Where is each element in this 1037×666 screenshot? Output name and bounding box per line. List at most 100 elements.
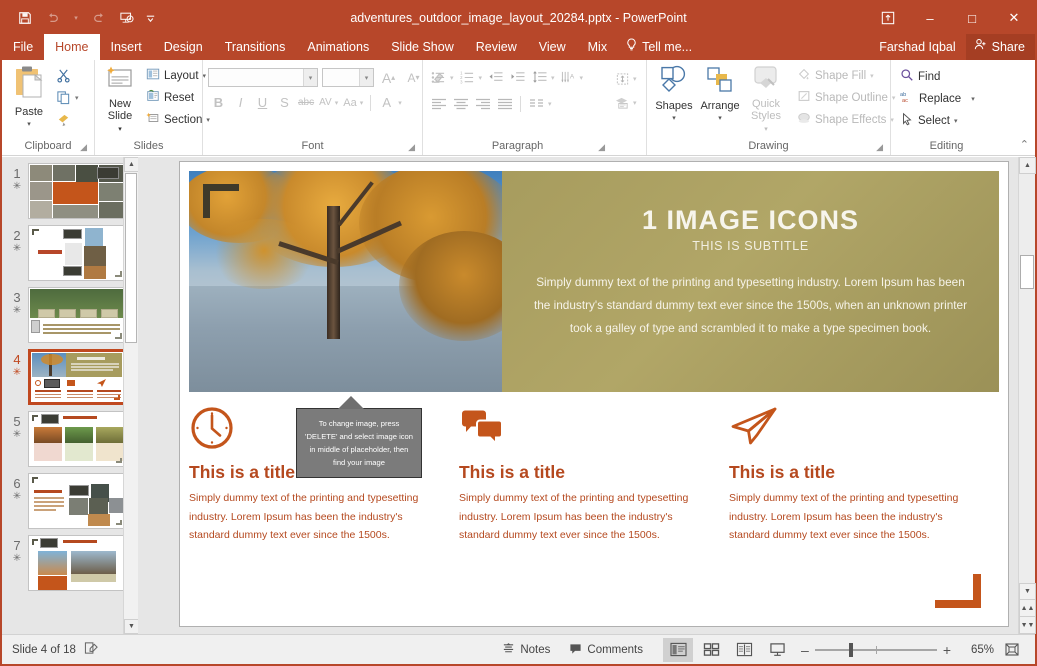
find-button[interactable]: Find [896, 66, 979, 87]
clipboard-dialog-launcher-icon[interactable]: ◢ [80, 140, 87, 154]
cut-button[interactable] [53, 65, 74, 86]
align-text-button[interactable] [612, 68, 633, 89]
slide-column-2[interactable]: This is a title Simply dummy text of the… [459, 402, 729, 545]
columns-caret-icon[interactable]: ▾ [548, 100, 554, 108]
account-name[interactable]: Farshad Iqbal [869, 34, 965, 60]
thumbnail-preview[interactable] [28, 163, 126, 219]
drawing-dialog-launcher-icon[interactable]: ◢ [876, 140, 883, 154]
tab-review[interactable]: Review [465, 34, 528, 60]
thumbnail-slide-1[interactable]: 1 ✳ [2, 157, 138, 219]
arrange-caret-icon[interactable]: ▾ [718, 113, 722, 125]
numbering-button[interactable]: 123 [457, 67, 478, 88]
ribbon-display-options-icon[interactable] [867, 2, 909, 34]
arrange-button[interactable]: Arrange ▾ [698, 63, 742, 127]
scroll-up-button[interactable]: ▲ [1019, 157, 1036, 174]
copy-button[interactable] [53, 87, 74, 108]
shape-fill-button[interactable]: Shape Fill ▾ [793, 65, 899, 86]
slide-hero-text[interactable]: 1 IMAGE ICONS THIS IS SUBTITLE Simply du… [502, 171, 999, 392]
tell-me-search[interactable]: Tell me... [618, 34, 700, 60]
slide-notes-indicator-icon[interactable] [84, 641, 99, 658]
zoom-out-button[interactable]: – [801, 642, 809, 658]
slide-sorter-view-button[interactable] [696, 638, 726, 662]
thumbnail-preview[interactable] [28, 535, 126, 591]
slide-hero-image[interactable] [189, 171, 502, 392]
thumbnail-slide-3[interactable]: 3 ✳ [2, 281, 138, 343]
current-slide[interactable]: 1 IMAGE ICONS THIS IS SUBTITLE Simply du… [179, 161, 1009, 627]
slide-editing-area[interactable]: 1 IMAGE ICONS THIS IS SUBTITLE Simply du… [138, 157, 1018, 634]
justify-button[interactable] [494, 93, 515, 114]
thumbnail-slide-5[interactable]: 5 ✳ [2, 405, 138, 467]
replace-button[interactable]: abac Replace ▾ [896, 88, 979, 109]
align-right-button[interactable] [472, 93, 493, 114]
tab-insert[interactable]: Insert [100, 34, 153, 60]
select-button[interactable]: Select ▾ [896, 110, 979, 131]
share-button[interactable]: Share [966, 34, 1035, 60]
convert-to-smartart-button[interactable] [612, 92, 633, 113]
thumbnail-scroll-down-button[interactable]: ▼ [124, 619, 138, 634]
bullets-button[interactable] [428, 67, 449, 88]
new-slide-button[interactable]: New Slide ▾ [100, 63, 140, 138]
text-direction-caret-icon[interactable]: ▾ [580, 74, 586, 82]
quick-styles-button[interactable]: Quick Styles ▾ [744, 63, 788, 138]
tab-view[interactable]: View [528, 34, 577, 60]
scroll-thumb[interactable] [1020, 255, 1034, 289]
zoom-control[interactable]: – + [795, 642, 957, 658]
close-button[interactable]: ✕ [993, 2, 1035, 34]
tab-file[interactable]: File [2, 34, 44, 60]
collapse-ribbon-button[interactable]: ⌃ [1020, 138, 1029, 151]
tab-animations[interactable]: Animations [296, 34, 380, 60]
tab-home[interactable]: Home [44, 34, 99, 60]
increase-font-size-button[interactable]: A▴ [378, 67, 399, 88]
redo-icon[interactable] [86, 6, 112, 30]
thumbnail-slide-2[interactable]: 2 ✳ [2, 219, 138, 281]
thumbnail-preview[interactable] [28, 349, 126, 405]
comments-button[interactable]: Comments [561, 638, 651, 662]
align-text-caret-icon[interactable]: ▾ [633, 75, 639, 83]
slide-show-view-button[interactable] [762, 638, 792, 662]
bullets-caret-icon[interactable]: ▾ [450, 74, 456, 82]
thumbnail-preview[interactable] [28, 225, 126, 281]
zoom-slider-handle[interactable] [849, 643, 853, 657]
scroll-down-button[interactable]: ▼ [1019, 583, 1036, 600]
line-spacing-button[interactable] [529, 67, 550, 88]
undo-dropdown-caret-icon[interactable]: ▾ [68, 6, 84, 30]
thumbnail-slide-7[interactable]: 7 ✳ [2, 529, 138, 591]
font-dialog-launcher-icon[interactable]: ◢ [408, 140, 415, 154]
thumbnail-preview[interactable] [28, 473, 126, 529]
character-spacing-button[interactable]: AV [317, 92, 334, 113]
text-shadow-button[interactable]: S [274, 92, 295, 113]
copy-caret-icon[interactable]: ▾ [75, 94, 81, 102]
paragraph-dialog-launcher-icon[interactable]: ◢ [598, 140, 605, 154]
font-size-caret-icon[interactable]: ▾ [359, 69, 373, 86]
thumbnail-scrollbar[interactable]: ▲ ▼ [123, 157, 138, 634]
shape-fill-caret-icon[interactable]: ▾ [870, 72, 874, 80]
select-caret-icon[interactable]: ▾ [954, 117, 958, 125]
paste-button[interactable]: Paste ▾ [7, 63, 51, 133]
numbering-caret-icon[interactable]: ▾ [479, 74, 485, 82]
text-direction-button[interactable]: A [558, 67, 579, 88]
font-name-caret-icon[interactable]: ▾ [303, 69, 317, 86]
shape-effects-button[interactable]: Shape Effects ▾ [793, 109, 899, 130]
strikethrough-button[interactable]: abc [296, 92, 316, 113]
slide-thumbnail-pane[interactable]: 1 ✳ 2 ✳ [2, 157, 138, 634]
decrease-indent-button[interactable] [485, 67, 506, 88]
slide-vertical-scrollbar[interactable]: ▲ ▼ ▲▲ ▼▼ [1018, 157, 1035, 634]
zoom-percentage[interactable]: 65% [960, 644, 994, 656]
maximize-button[interactable]: □ [951, 2, 993, 34]
font-color-button[interactable]: A [376, 92, 397, 113]
tab-mix[interactable]: Mix [577, 34, 618, 60]
zoom-slider-track[interactable] [815, 649, 937, 651]
thumbnail-slide-6[interactable]: 6 ✳ [2, 467, 138, 529]
change-case-caret-icon[interactable]: ▾ [360, 99, 366, 107]
customize-qat-caret-icon[interactable] [142, 6, 158, 30]
thumbnail-preview[interactable] [28, 411, 126, 467]
paste-caret-icon[interactable]: ▾ [27, 119, 31, 131]
font-color-caret-icon[interactable]: ▾ [398, 99, 404, 107]
underline-button[interactable]: U [252, 92, 273, 113]
thumbnail-scroll-up-button[interactable]: ▲ [124, 157, 138, 172]
notes-button[interactable]: Notes [494, 638, 558, 662]
undo-icon[interactable] [40, 6, 66, 30]
decrease-font-size-button[interactable]: A▾ [403, 67, 424, 88]
convert-to-smartart-caret-icon[interactable]: ▾ [633, 99, 639, 107]
replace-caret-icon[interactable]: ▾ [971, 95, 975, 103]
